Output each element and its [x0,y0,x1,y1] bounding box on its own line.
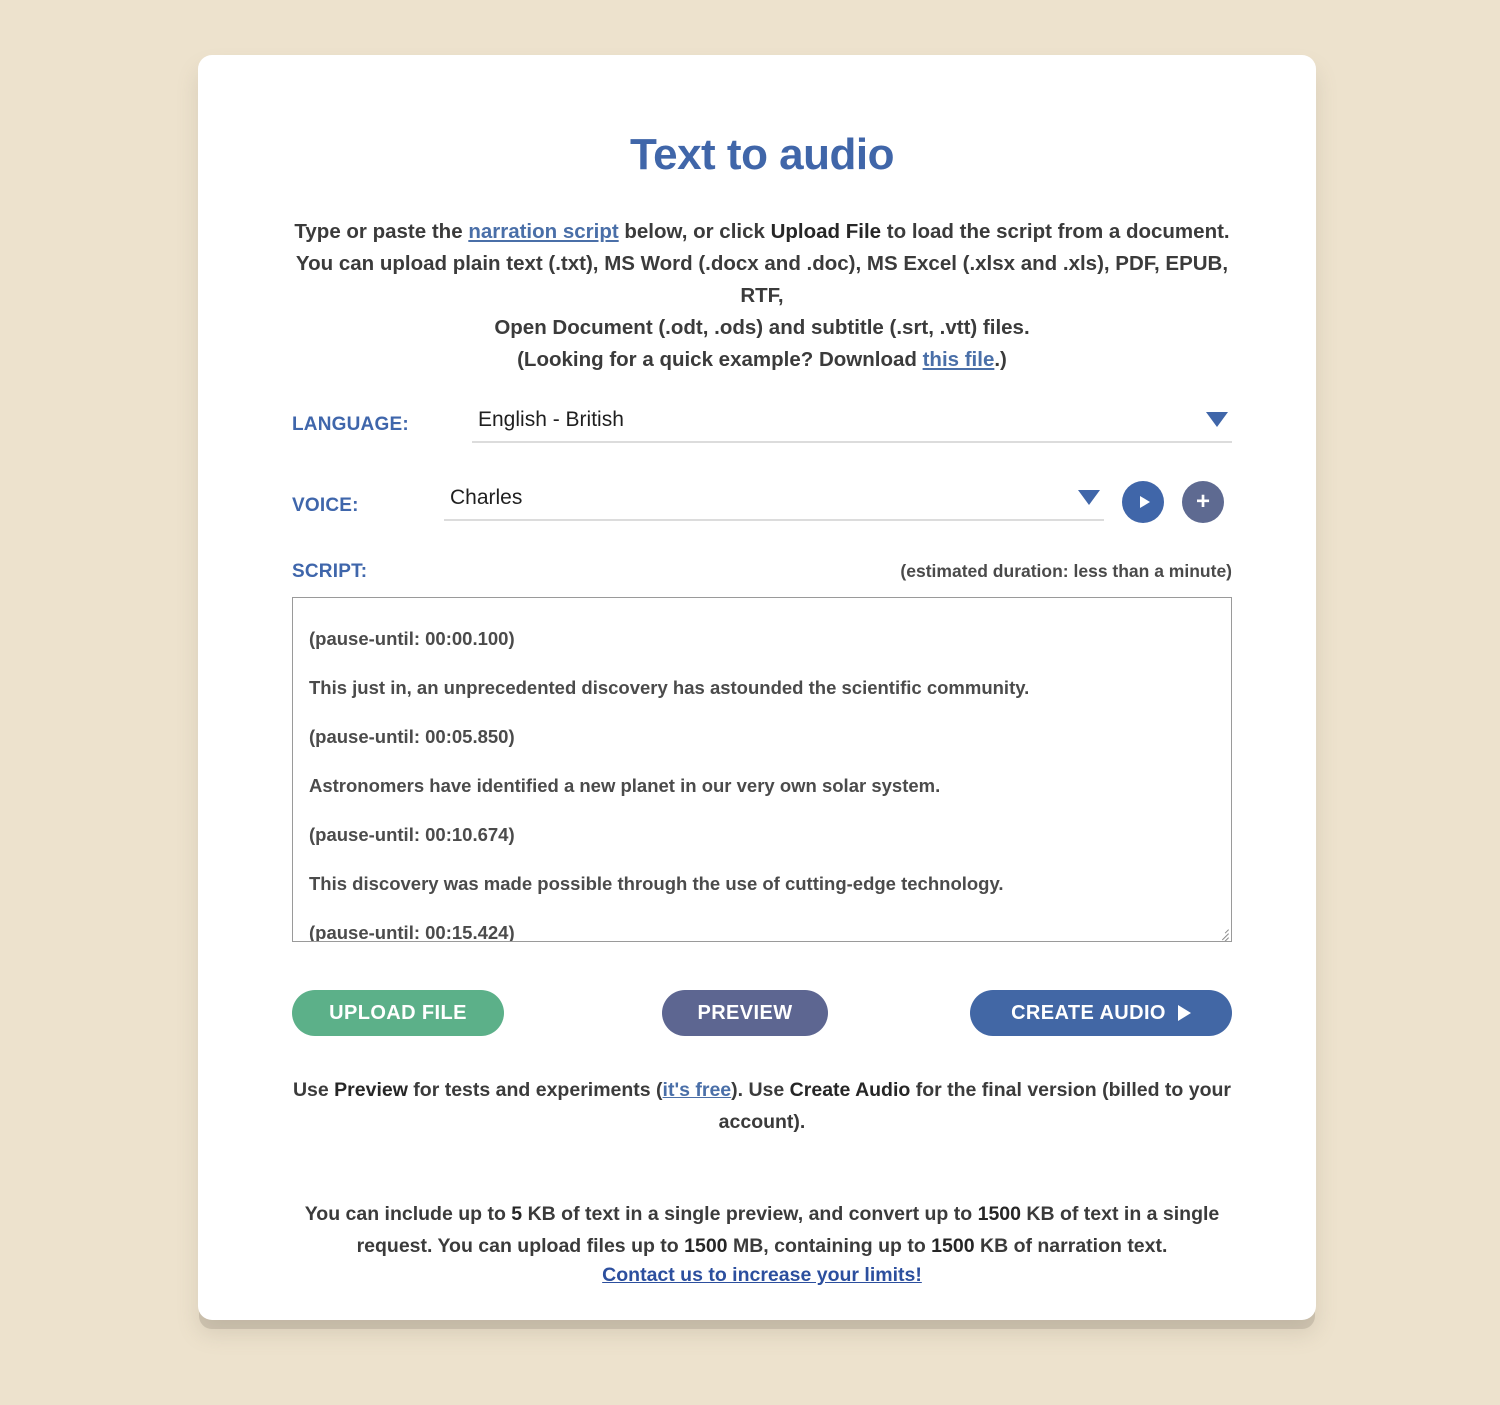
voice-selected-value: Charles [450,485,523,509]
limits-upload-mb: 1500 [684,1235,728,1257]
language-selected-value: English - British [478,408,624,431]
limits-preview-kb: 5 [511,1203,523,1225]
language-label: LANGUAGE: [292,414,409,435]
script-textarea[interactable]: (pause-until: 00:00.100) This just in, a… [292,597,1232,942]
intro-line1-c: to load the script from a document. [881,220,1230,243]
voice-label: VOICE: [292,495,359,516]
upload-file-button[interactable]: UPLOAD FILE [292,990,504,1036]
example-file-link[interactable]: this file [923,348,995,371]
voice-row: VOICE: Charles + [292,481,1232,523]
intro-line1-b: below, or click [618,220,771,243]
contact-row: Contact us to increase your limits! [292,1262,1232,1287]
chevron-down-icon [1078,489,1100,505]
limits-narration-kb: 1500 [931,1235,975,1257]
intro-line1-a: Type or paste the [294,220,469,243]
preview-button[interactable]: PREVIEW [662,990,828,1036]
language-row: LANGUAGE: English - British [292,406,1232,443]
its-free-link[interactable]: it's free [663,1079,732,1101]
resize-handle-icon[interactable] [1215,925,1229,941]
usage-preview-emphasis: Preview [334,1079,408,1101]
play-icon [1139,496,1150,508]
script-line: (pause-until: 00:00.100) [309,628,515,649]
intro-paragraph: Type or paste the narration script below… [292,180,1232,376]
narration-script-link[interactable]: narration script [468,220,618,243]
script-line: (pause-until: 00:10.674) [309,824,515,845]
intro-line3: Open Document (.odt, .ods) and subtitle … [494,316,1030,339]
limits-request-kb: 1500 [977,1203,1021,1225]
intro-upload-file-emphasis: Upload File [770,220,882,243]
plus-icon: + [1195,488,1210,515]
script-line: Astronomers have identified a new planet… [309,775,941,796]
play-icon [1177,1005,1191,1021]
limits-e: KB of narration text. [974,1235,1168,1257]
intro-line4-b: .) [994,348,1007,371]
script-label: SCRIPT: [292,561,368,582]
intro-line4-a: (Looking for a quick example? Download [517,348,923,371]
script-header: SCRIPT: (estimated duration: less than a… [292,561,1232,583]
limits-a: You can include up to [304,1203,512,1225]
script-line: This discovery was made possible through… [309,873,1004,894]
app-background: Text to audio Type or paste the narratio… [0,0,1500,1405]
settings-form: LANGUAGE: English - British VOICE: Charl… [292,406,1232,1036]
contact-us-link[interactable]: Contact us to increase your limits! [602,1264,922,1286]
limits-note: You can include up to 5 KB of text in a … [292,1138,1232,1262]
script-line: (pause-until: 00:15.424) [309,922,515,942]
play-voice-sample-button[interactable] [1122,481,1164,523]
action-buttons-row: UPLOAD FILE PREVIEW CREATE AUDIO [292,990,1232,1036]
usage-a: Use [292,1079,335,1101]
limits-b: KB of text in a single preview, and conv… [522,1203,978,1225]
chevron-down-icon [1206,412,1228,427]
usage-b: for tests and experiments ( [407,1079,663,1101]
estimated-duration-text: (estimated duration: less than a minute) [900,561,1232,581]
usage-create-audio-emphasis: Create Audio [789,1079,911,1101]
create-audio-label: CREATE AUDIO [1011,1001,1166,1024]
page-title: Text to audio [629,130,895,179]
usage-note: Use Preview for tests and experiments (i… [292,1036,1232,1138]
voice-select[interactable]: Charles [444,484,1104,521]
language-select[interactable]: English - British [472,406,1232,443]
limits-d: MB, containing up to [727,1235,932,1257]
script-line: This just in, an unprecedented discovery… [309,677,1030,698]
script-line: (pause-until: 00:05.850) [309,726,515,747]
usage-c: ). Use [731,1079,790,1101]
intro-line2: You can upload plain text (.txt), MS Wor… [295,252,1229,307]
add-voice-button[interactable]: + [1182,481,1224,523]
text-to-audio-card: Text to audio Type or paste the narratio… [198,55,1316,1320]
create-audio-button[interactable]: CREATE AUDIO [970,990,1232,1036]
